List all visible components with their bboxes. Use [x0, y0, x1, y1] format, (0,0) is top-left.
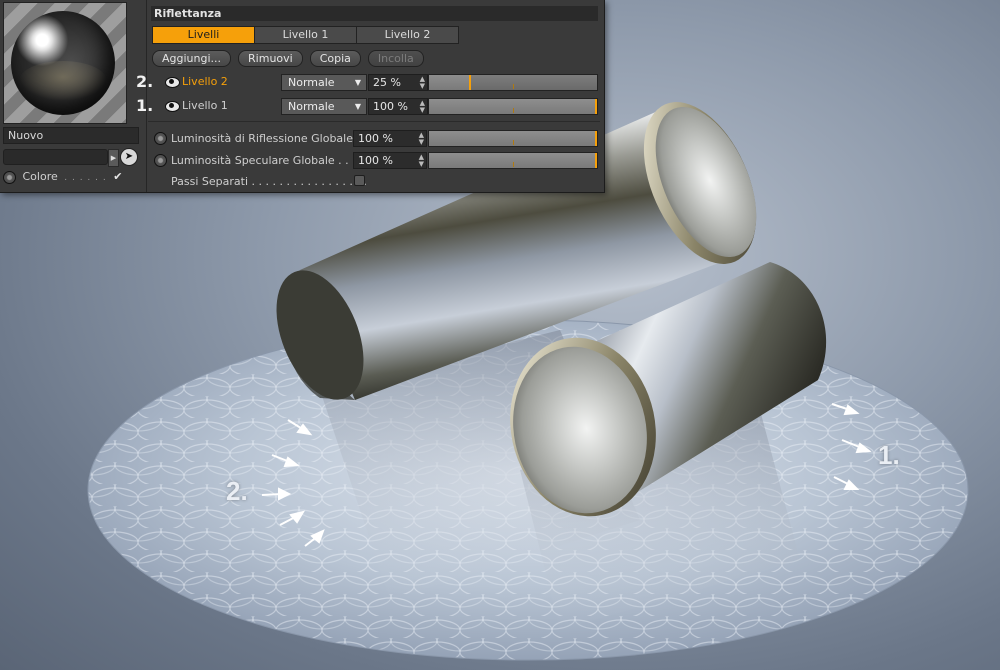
layer-amount-slider[interactable] — [428, 98, 598, 115]
tab-livello-1[interactable]: Livello 1 — [254, 26, 357, 44]
layer-marker: 1. — [136, 96, 154, 115]
layer-amount-value: 100 % — [373, 100, 408, 113]
blend-mode-value: Normale — [288, 100, 335, 113]
material-preview[interactable] — [3, 2, 127, 124]
material-name-field[interactable]: Nuovo — [3, 127, 139, 144]
layer-buttons: Aggiungi... Rimuovi Copia Incolla — [152, 50, 424, 67]
section-title: Riflettanza — [151, 6, 598, 21]
slider-tick — [513, 162, 514, 167]
slider-fill — [429, 75, 471, 90]
annotation-label-2: 2. — [226, 476, 248, 506]
channel-radio[interactable] — [3, 170, 16, 184]
separate-passes-row: Passi Separati . . . . . . . . . . . . .… — [148, 173, 598, 191]
add-layer-button[interactable]: Aggiungi... — [152, 50, 232, 67]
layer-row-livello-1[interactable]: 1. Livello 1 Normale ▼ 100 % ▲ ▼ — [136, 96, 598, 116]
blend-mode-value: Normale — [288, 76, 335, 89]
tab-livello-2[interactable]: Livello 2 — [356, 26, 459, 44]
global-reflection-slider[interactable] — [428, 130, 598, 147]
preview-sphere — [11, 11, 115, 115]
spinner-icon[interactable]: ▲ ▼ — [419, 153, 424, 168]
copy-layer-button[interactable]: Copia — [309, 50, 361, 67]
divider — [148, 121, 600, 122]
spinner-icon[interactable]: ▲ ▼ — [420, 99, 425, 114]
chevron-down-icon: ▼ — [354, 102, 361, 111]
channel-label: Colore — [22, 170, 58, 183]
check-icon[interactable]: ✔ — [113, 170, 122, 183]
reflectance-tabs: Livelli Livello 1 Livello 2 — [152, 26, 459, 44]
eye-icon[interactable] — [165, 77, 180, 88]
layer-row-livello-2[interactable]: 2. Livello 2 Normale ▼ 25 % ▲ ▼ — [136, 72, 598, 92]
layer-name[interactable]: Livello 1 — [182, 99, 228, 112]
material-editor-panel: Nuovo ▶ ➤ Colore . . . . . . ✔ Riflettan… — [0, 0, 605, 193]
channel-row-colore[interactable]: Colore . . . . . . ✔ — [3, 170, 143, 184]
paste-layer-button[interactable]: Incolla — [367, 50, 424, 67]
global-reflection-label: Luminosità di Riflessione Globale — [171, 132, 353, 145]
global-specular-brightness-row: Luminosità Speculare Globale . . . 100 %… — [148, 152, 598, 170]
global-reflection-field[interactable]: 100 % ▲ ▼ — [353, 130, 427, 147]
material-preview-column: Nuovo ▶ ➤ Colore . . . . . . ✔ — [0, 0, 147, 192]
slider-handle[interactable] — [595, 131, 597, 146]
chevron-down-icon: ▼ — [354, 78, 361, 87]
animation-radio[interactable] — [154, 154, 167, 167]
blend-mode-dropdown[interactable]: Normale ▼ — [281, 74, 367, 91]
tab-livelli[interactable]: Livelli — [152, 26, 255, 44]
blend-mode-dropdown[interactable]: Normale ▼ — [281, 98, 367, 115]
spinner-icon[interactable]: ▲ ▼ — [419, 131, 424, 146]
global-specular-slider[interactable] — [428, 152, 598, 169]
global-specular-value: 100 % — [358, 154, 393, 167]
layer-amount-slider[interactable] — [428, 74, 598, 91]
separate-passes-label: Passi Separati . . . . . . . . . . . . .… — [171, 175, 367, 188]
global-specular-field[interactable]: 100 % ▲ ▼ — [353, 152, 427, 169]
animation-radio[interactable] — [154, 132, 167, 145]
channel-filter-input[interactable] — [3, 149, 108, 165]
layer-amount-value: 25 % — [373, 76, 401, 89]
layer-amount-field[interactable]: 25 % ▲ ▼ — [368, 74, 428, 91]
global-reflection-brightness-row: Luminosità di Riflessione Globale 100 % … — [148, 130, 598, 148]
layer-name[interactable]: Livello 2 — [182, 75, 228, 88]
eye-icon[interactable] — [165, 101, 180, 112]
slider-handle[interactable] — [595, 99, 597, 114]
spinner-icon[interactable]: ▲ ▼ — [420, 75, 425, 90]
channel-dots: . . . . . . — [64, 173, 107, 183]
annotation-label-1: 1. — [878, 440, 900, 470]
slider-handle[interactable] — [469, 75, 471, 90]
layer-amount-field[interactable]: 100 % ▲ ▼ — [368, 98, 428, 115]
layer-marker: 2. — [136, 72, 154, 91]
remove-layer-button[interactable]: Rimuovi — [238, 50, 303, 67]
reflectance-settings: Riflettanza Livelli Livello 1 Livello 2 … — [136, 0, 602, 192]
slider-tick — [513, 108, 514, 113]
separate-passes-checkbox[interactable] — [354, 175, 365, 186]
global-reflection-value: 100 % — [358, 132, 393, 145]
cursor-arrow-icon[interactable]: ➤ — [120, 148, 138, 166]
slider-tick — [513, 84, 514, 89]
global-specular-label: Luminosità Speculare Globale . . . — [171, 154, 356, 167]
slider-handle[interactable] — [595, 153, 597, 168]
triangle-right-icon[interactable]: ▶ — [108, 149, 119, 167]
slider-tick — [513, 140, 514, 145]
